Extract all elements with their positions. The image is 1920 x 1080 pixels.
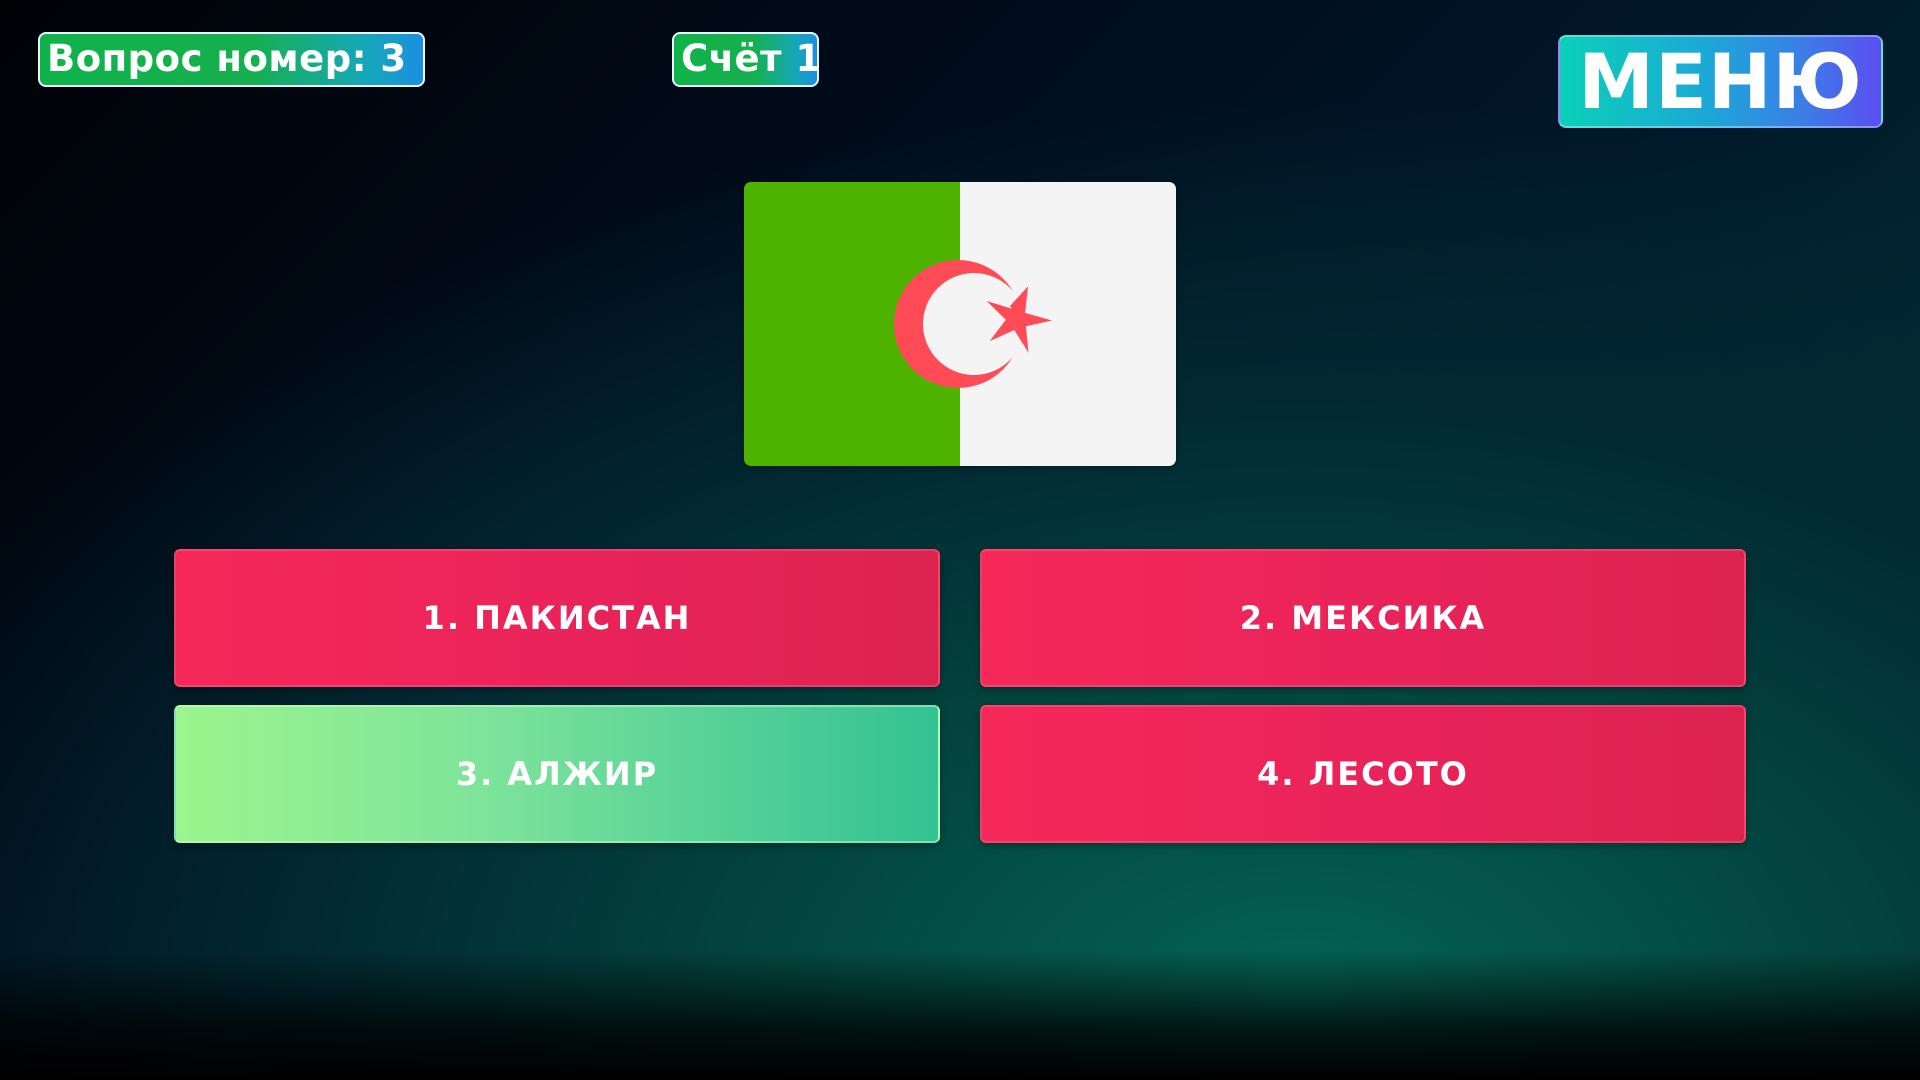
score-badge: Счёт 1 [672,32,821,87]
answer-button-2[interactable]: 2. МЕКСИКА [980,549,1746,687]
answer-button-4[interactable]: 4. ЛЕСОТО [980,705,1746,843]
algeria-flag-icon [744,182,1176,466]
question-number-badge: Вопрос номер: 3 [38,32,425,87]
background-fade [0,950,1920,1080]
menu-button[interactable]: МЕНЮ [1558,35,1883,128]
answer-button-1[interactable]: 1. ПАКИСТАН [174,549,940,687]
answer-button-3[interactable]: 3. АЛЖИР [174,705,940,843]
